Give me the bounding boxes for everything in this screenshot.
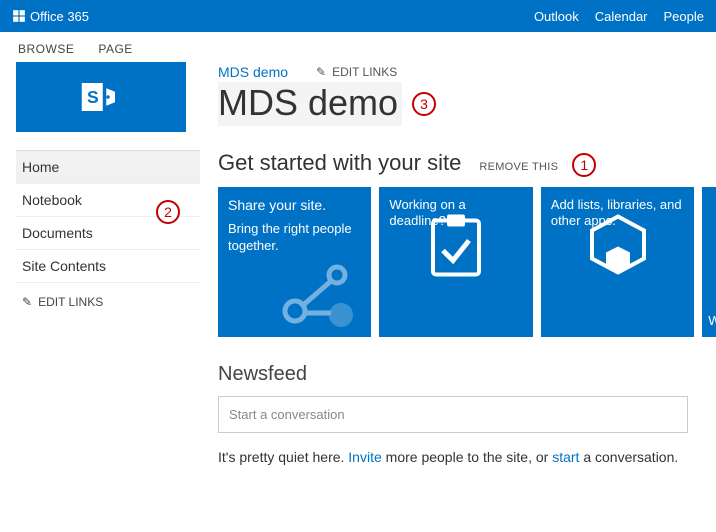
get-started-heading: Get started with your site <box>218 150 461 176</box>
annotation-3: 3 <box>412 92 436 116</box>
breadcrumb-row: MDS demo ✎ EDIT LINKS <box>218 64 716 80</box>
nav-site-contents[interactable]: Site Contents <box>16 250 200 283</box>
tile-add-apps[interactable]: Add lists, libraries, and other apps. <box>541 187 694 337</box>
edit-links-left-label: EDIT LINKS <box>38 295 103 309</box>
quiet-mid: more people to the site, or <box>382 449 552 465</box>
quick-launch: Home Notebook Documents Site Contents ✎ … <box>16 150 200 321</box>
edit-links-top-label: EDIT LINKS <box>332 65 397 79</box>
tile-deadline[interactable]: Working on a deadline? <box>379 187 532 337</box>
quiet-post: a conversation. <box>579 449 678 465</box>
pencil-icon: ✎ <box>316 65 326 79</box>
tile-title: Share your site. <box>228 197 361 213</box>
nav-calendar[interactable]: Calendar <box>595 9 648 24</box>
suite-bar: Office 365 Outlook Calendar People <box>0 0 716 32</box>
quiet-pre: It's pretty quiet here. <box>218 449 348 465</box>
pencil-icon: ✎ <box>22 295 32 309</box>
office-logo-icon <box>12 9 26 23</box>
tile-partial[interactable]: W <box>702 187 716 337</box>
ribbon-tabs: BROWSE PAGE <box>0 32 716 62</box>
brand[interactable]: Office 365 <box>12 9 89 24</box>
newsfeed-empty-text: It's pretty quiet here. Invite more peop… <box>218 449 688 465</box>
breadcrumb-site[interactable]: MDS demo <box>218 64 288 80</box>
page-title: MDS demo <box>218 82 402 126</box>
start-conversation-input[interactable]: Start a conversation <box>218 396 688 433</box>
svg-text:S: S <box>87 87 99 107</box>
tile-share-site[interactable]: Share your site. Bring the right people … <box>218 187 371 337</box>
invite-link[interactable]: Invite <box>348 449 381 465</box>
edit-links-top[interactable]: ✎ EDIT LINKS <box>316 65 397 79</box>
newsfeed-section: Newsfeed Start a conversation It's prett… <box>218 363 688 465</box>
site-logo[interactable]: S <box>16 62 186 132</box>
suite-nav: Outlook Calendar People <box>534 9 704 24</box>
nav-people[interactable]: People <box>664 9 704 24</box>
nav-outlook[interactable]: Outlook <box>534 9 579 24</box>
clipboard-check-icon <box>427 213 485 279</box>
get-started-header: Get started with your site REMOVE THIS 1 <box>218 150 716 177</box>
tab-page[interactable]: PAGE <box>98 42 132 56</box>
sharepoint-icon: S <box>80 76 122 118</box>
tab-browse[interactable]: BROWSE <box>18 42 74 56</box>
annotation-2: 2 <box>156 200 180 224</box>
brand-text: Office 365 <box>30 9 89 24</box>
remove-this-link[interactable]: REMOVE THIS <box>479 161 558 173</box>
promoted-tiles: Share your site. Bring the right people … <box>218 187 716 337</box>
newsfeed-heading: Newsfeed <box>218 363 688 386</box>
annotation-1: 1 <box>572 153 596 177</box>
main-area: MDS demo ✎ EDIT LINKS MDS demo 3 Get sta… <box>200 62 716 465</box>
edit-links-left[interactable]: ✎ EDIT LINKS <box>16 283 200 321</box>
share-icon <box>275 261 365 331</box>
nav-home[interactable]: Home <box>16 151 200 184</box>
tile-caption: W <box>708 313 716 329</box>
tile-subtitle: Bring the right people together. <box>228 221 361 255</box>
hexagon-app-icon <box>588 213 648 279</box>
left-column: S Home Notebook Documents Site Contents … <box>0 62 200 465</box>
start-link[interactable]: start <box>552 449 579 465</box>
